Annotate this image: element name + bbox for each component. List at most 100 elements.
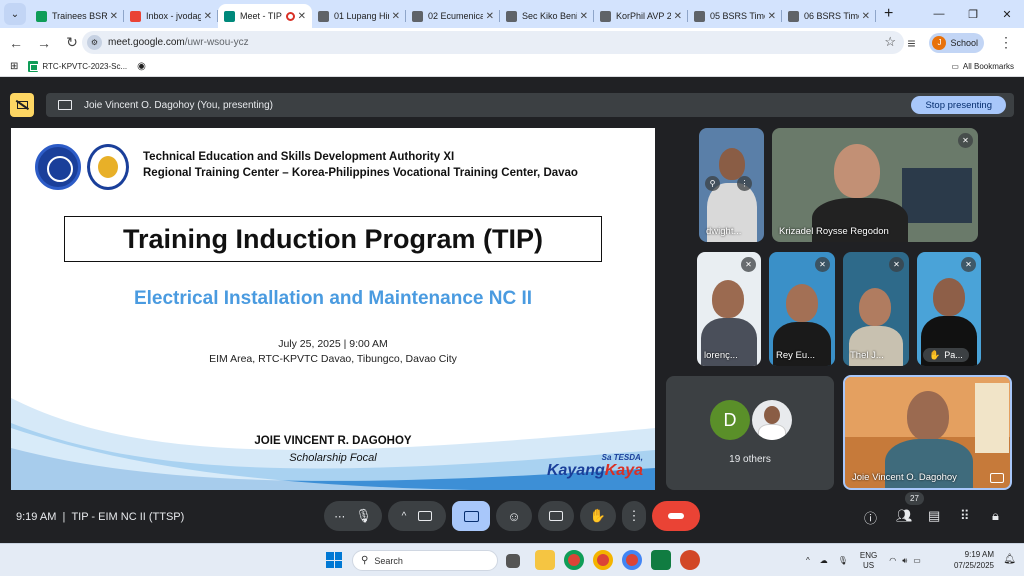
browser-tab[interactable]: Trainees BSRS✕ — [30, 4, 124, 28]
task-view-icon[interactable] — [506, 554, 520, 568]
back-icon[interactable]: ← — [4, 31, 28, 55]
restore-icon[interactable]: ❐ — [956, 0, 990, 28]
language-indicator[interactable]: ENG US — [860, 551, 877, 571]
tab-close-icon[interactable]: ✕ — [768, 11, 776, 22]
minimize-icon[interactable]: — — [922, 0, 956, 28]
kk-text-a: Kayang — [546, 462, 605, 479]
stop-presenting-icon-button[interactable] — [10, 93, 34, 117]
browser-menu-icon[interactable]: ⋮ — [994, 31, 1018, 55]
participant-tile[interactable]: ⚲ ⋮ dwight... — [699, 128, 764, 242]
tab-title: 01 Lupang Hinirang — [334, 11, 389, 21]
chrome-alt-icon[interactable] — [622, 550, 642, 570]
leave-call-button[interactable] — [652, 501, 700, 531]
all-bookmarks-button[interactable]: ▭ All Bookmarks — [951, 62, 1014, 71]
browser-tab[interactable]: 06 BSRS Time ✕ — [782, 4, 876, 28]
audio-options-icon[interactable]: ⋯ — [334, 510, 345, 523]
captions-button[interactable] — [538, 501, 574, 531]
self-tile[interactable]: Joie Vincent O. Dagohoy — [843, 375, 1012, 490]
participant-face — [719, 148, 745, 180]
present-button[interactable] — [452, 501, 490, 531]
browser-tab[interactable]: Inbox - jvodagohoy✕ — [124, 4, 218, 28]
browser-tab[interactable]: 02 Ecumenical ✕ — [406, 4, 500, 28]
apps-grid-icon[interactable]: ⊞ — [10, 61, 18, 72]
chat-icon[interactable]: ▤ — [928, 508, 940, 524]
chrome-icon[interactable] — [564, 550, 584, 570]
reload-icon[interactable]: ↻ — [60, 31, 84, 55]
new-tab-button[interactable]: + — [884, 5, 893, 23]
tab-close-icon[interactable]: ✕ — [110, 11, 118, 22]
tab-close-icon[interactable]: ✕ — [580, 11, 588, 22]
reactions-button[interactable]: ☺ — [496, 501, 532, 531]
chrome-profile-icon[interactable] — [593, 550, 613, 570]
notifications-icon[interactable]: 🔔︎ — [1003, 554, 1016, 565]
search-icon: ⚲ — [361, 555, 369, 566]
reading-list-icon[interactable]: ≡ — [899, 31, 923, 55]
meeting-details-icon[interactable]: ⓘ — [864, 508, 877, 527]
browser-tab[interactable]: Sec Kiko Benitez✕ — [500, 4, 594, 28]
camera-icon[interactable] — [418, 511, 433, 521]
mic-icon[interactable]: 🎙︎ — [355, 508, 372, 524]
tab-title: Inbox - jvodagohoy — [146, 11, 201, 21]
presenting-banner: Joie Vincent O. Dagohoy (You, presenting… — [46, 93, 1014, 117]
file-explorer-icon[interactable] — [535, 550, 555, 570]
others-tile[interactable]: D 19 others — [666, 376, 834, 490]
slide-venue: EIM Area, RTC-KPVTC Davao, Tibungco, Dav… — [209, 353, 457, 365]
people-icon[interactable]: 👥︎ — [896, 508, 913, 524]
slide-org-line1: Technical Education and Skills Developme… — [143, 151, 455, 163]
participant-tile[interactable]: ✕ Thel J... — [843, 252, 909, 366]
tab-title: 06 BSRS Time — [804, 11, 859, 21]
browser-tab[interactable]: KorPhil AVP 2 ✕ — [594, 4, 688, 28]
camera-options-icon[interactable]: ^ — [402, 511, 407, 522]
meet-tray-icon[interactable]: ☁ — [820, 556, 828, 565]
globe-icon[interactable]: ◉ — [137, 61, 146, 72]
stop-presenting-button[interactable]: Stop presenting — [911, 96, 1006, 114]
all-bookmarks-label: All Bookmarks — [962, 62, 1014, 71]
participant-name: dwight... — [706, 226, 742, 237]
toolbar-right: ≡ J School ⋮ — [895, 28, 1024, 57]
bookmark-item[interactable]: RTC-KPVTC-2023-Sc... — [28, 61, 127, 72]
browser-tab[interactable]: Meet - TIP ✕ — [218, 4, 312, 28]
avatar-body — [758, 424, 786, 440]
show-hidden-icons[interactable]: ^ — [806, 556, 810, 565]
browser-tab[interactable]: 05 BSRS Time ✕ — [688, 4, 782, 28]
profile-label: School — [950, 37, 978, 48]
mic-off-icon: ✕ — [958, 133, 973, 148]
self-view-icon[interactable] — [990, 473, 1004, 483]
taskbar-clock[interactable]: 9:19 AM 07/25/2025 — [954, 549, 994, 571]
tab-close-icon[interactable]: ✕ — [862, 11, 870, 22]
raise-hand-button[interactable]: ✋ — [580, 501, 616, 531]
participant-tile[interactable]: ✕ Rey Eu... — [769, 252, 835, 366]
site-info-icon[interactable]: ⚙ — [87, 35, 102, 50]
activities-icon[interactable]: ⠿ — [960, 508, 970, 524]
tab-close-icon[interactable]: ✕ — [674, 11, 682, 22]
mic-tray-icon[interactable]: 🎙︎ — [838, 556, 848, 565]
volume-icon[interactable]: 🔊︎ — [902, 556, 907, 566]
more-icon[interactable]: ⋮ — [737, 176, 752, 191]
participant-tile[interactable]: ✕ lorenç... — [697, 252, 761, 366]
excel-icon[interactable] — [651, 550, 671, 570]
address-bar[interactable]: ⚙ meet.google.com/uwr-wsou-ycz ☆ — [82, 31, 904, 54]
wifi-icon[interactable]: ◠ — [889, 556, 896, 565]
tab-close-icon[interactable]: ✕ — [486, 11, 494, 22]
avatar: D — [710, 400, 750, 440]
start-icon[interactable] — [326, 552, 342, 568]
meeting-time: 9:19 AM — [16, 511, 57, 523]
battery-icon[interactable]: ▭ — [913, 556, 921, 565]
tab-close-icon[interactable]: ✕ — [204, 11, 212, 22]
forward-icon[interactable]: → — [32, 31, 56, 55]
pin-icon[interactable]: ⚲ — [705, 176, 720, 191]
participant-tile[interactable]: ✕ ✋ Pa... — [917, 252, 981, 366]
host-controls-icon[interactable]: 🔒︎ — [992, 508, 999, 524]
close-window-icon[interactable]: ✕ — [990, 0, 1024, 28]
tab-search-button[interactable]: ⌄ — [4, 3, 26, 25]
profile-button[interactable]: J School — [929, 32, 984, 53]
raised-hand-icon: ✋ — [929, 349, 941, 360]
bookmark-star-icon[interactable]: ☆ — [884, 34, 896, 50]
participant-tile[interactable]: ✕ Krizadel Roysse Regodon — [772, 128, 978, 242]
taskbar-search[interactable]: ⚲ Search — [352, 550, 498, 571]
browser-tab[interactable]: 01 Lupang Hinirang✕ — [312, 4, 406, 28]
tab-close-icon[interactable]: ✕ — [298, 11, 306, 22]
tab-close-icon[interactable]: ✕ — [392, 11, 400, 22]
more-options-button[interactable]: ⋮ — [622, 501, 646, 531]
powerpoint-icon[interactable] — [680, 550, 700, 570]
